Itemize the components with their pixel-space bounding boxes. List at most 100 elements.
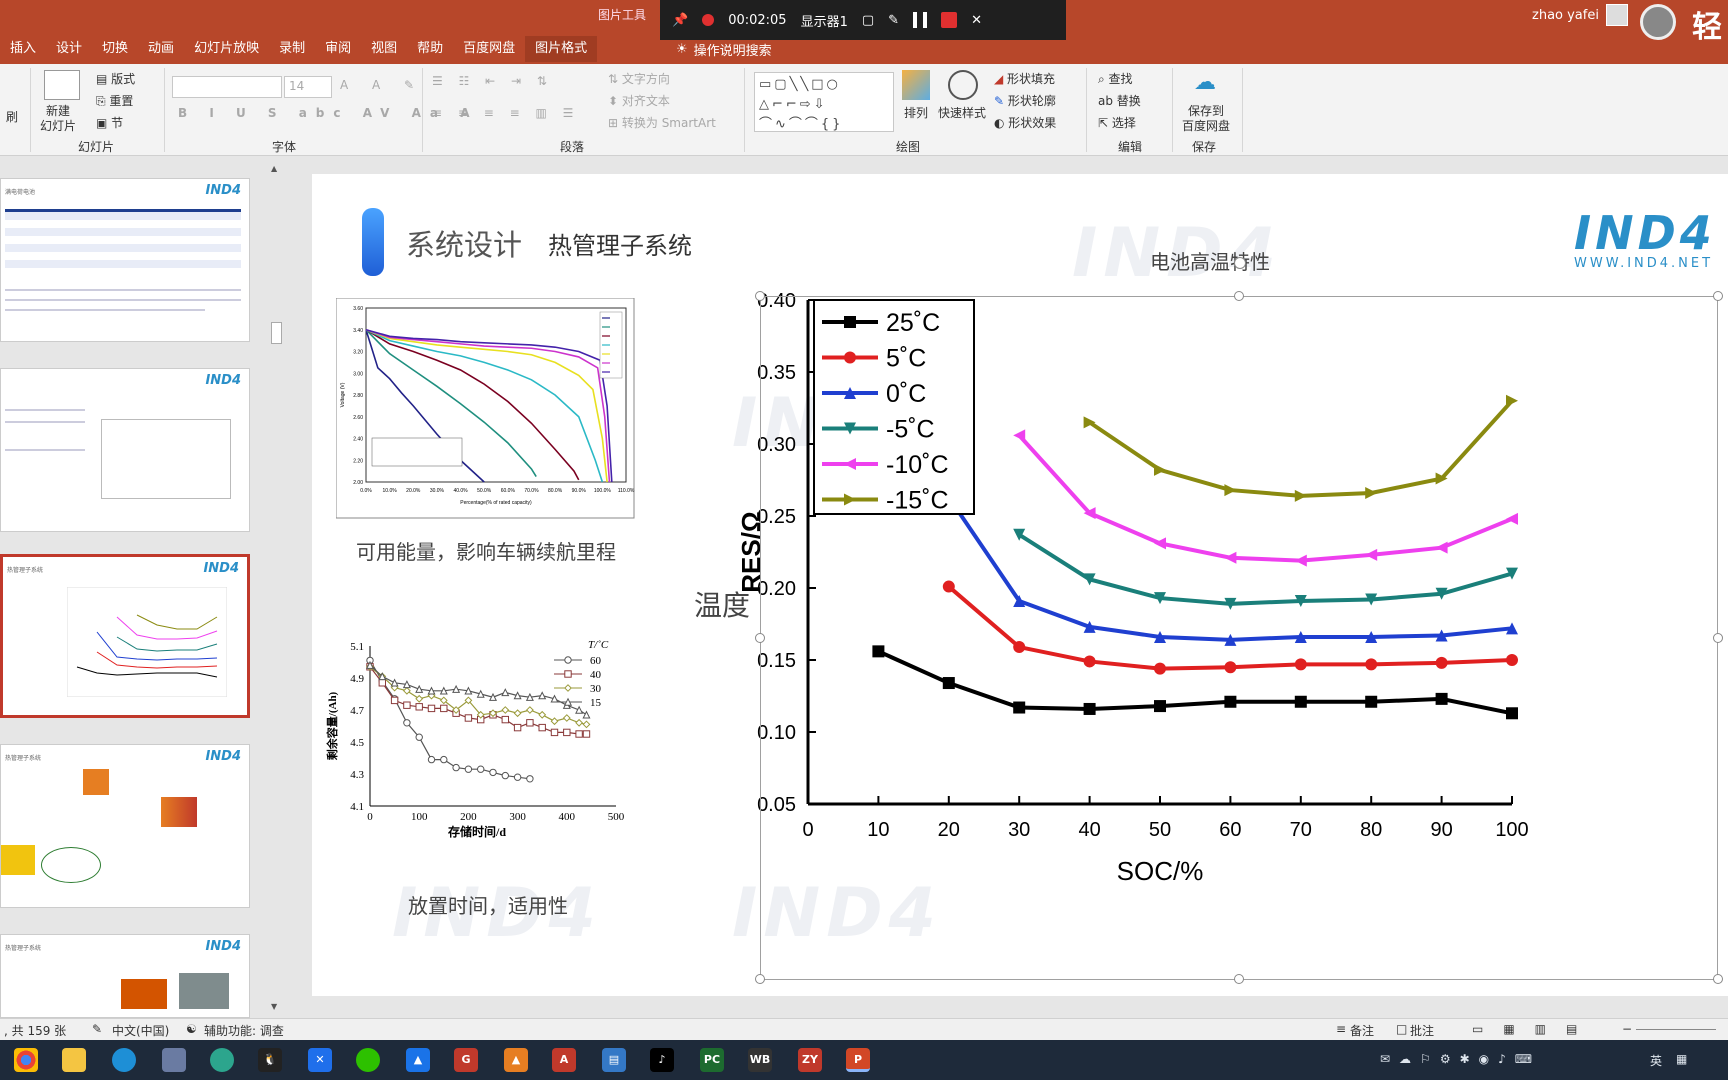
slide-subtitle[interactable]: 热管理子系统 [548,226,692,261]
language-status[interactable]: 中文(中国) [112,1022,169,1039]
scroll-down-icon[interactable]: ▼ [271,1002,277,1011]
acrobat-icon[interactable]: A [552,1048,576,1072]
y-tick-label: 4.9 [350,673,364,685]
slide-thumbnail[interactable]: IND4 [0,368,250,532]
smartart-button[interactable]: ⊞ 转换为 SmartArt [608,114,716,131]
rotate-handle-icon[interactable] [1234,257,1246,269]
find-button[interactable]: ⌕ 查找 [1098,70,1133,87]
powerpoint-icon[interactable]: P [846,1048,870,1072]
tiktok-icon[interactable]: ♪ [650,1048,674,1072]
resize-handle[interactable] [1234,974,1244,984]
tab-4[interactable]: 幻灯片放映 [184,36,269,62]
calculator-icon[interactable] [162,1048,186,1072]
energy-caption[interactable]: 可用能量，影响车辆续航里程 [356,536,616,565]
accessibility-status[interactable]: 辅助功能: 调查 [204,1022,284,1039]
tray-grid-icon[interactable]: ▦ [1676,1052,1687,1066]
tab-5[interactable]: 录制 [269,36,315,62]
replace-button[interactable]: ab 替换 [1098,92,1141,109]
font-name-input[interactable] [172,76,282,98]
close-icon[interactable]: ✕ [971,13,982,28]
whiteboard-icon[interactable]: WB [748,1048,772,1072]
align-text-button[interactable]: ⬍ 对齐文本 [608,92,670,109]
layout-button[interactable]: ▤ 版式 [96,70,135,87]
qq-icon[interactable]: 🐧 [258,1048,282,1072]
tab-7[interactable]: 视图 [361,36,407,62]
select-button[interactable]: ⇱ 选择 [1098,114,1136,131]
tab-6[interactable]: 审阅 [315,36,361,62]
photos-icon[interactable]: ▲ [406,1048,430,1072]
display-select[interactable]: 显示器1 [801,11,848,30]
edge-icon[interactable] [112,1048,136,1072]
reset-button[interactable]: ⎘ 重置 [96,92,133,109]
list-buttons[interactable]: ☰ ☷ ⇤ ⇥ ⇅ [432,74,553,88]
zy-icon[interactable]: ZY [798,1048,822,1072]
file-explorer-icon[interactable] [62,1048,86,1072]
app-circle-icon[interactable] [210,1048,234,1072]
shape-effects-button[interactable]: ◐ 形状效果 [994,114,1056,131]
user-name[interactable]: zhao yafei [1532,8,1599,23]
align-buttons[interactable]: ≡ ≡ ≡ ≡ ▥ ☰ [432,106,579,120]
section-button[interactable]: ▣ 节 [96,114,123,131]
tab-9[interactable]: 百度网盘 [453,36,525,62]
pin-icon[interactable]: 📌 [672,13,688,28]
new-slide-button[interactable]: 新建 幻灯片 [40,104,76,134]
tab-3[interactable]: 动画 [138,36,184,62]
spellcheck-icon[interactable]: ✎ [92,1022,102,1036]
company-url: WWW.IND4.NET [1574,256,1714,271]
scroll-up-icon[interactable]: ▲ [271,164,277,173]
shapes-gallery[interactable]: ▭▢╲╲□○ △⌐⌐⇨⇩ ⌒∿⌒⌒{} [754,72,894,132]
resize-handle[interactable] [755,633,765,643]
slide-thumbnail[interactable]: 热管理子系统 IND4 [0,934,250,1018]
font-grow-shrink-icons[interactable]: A A ✎ [340,78,424,92]
pen-icon[interactable]: ✎ [888,13,899,28]
scroll-thumb[interactable] [271,322,282,344]
slide-thumbnail-current[interactable]: 热管理子系统 IND4 [0,554,250,718]
avatar[interactable] [1606,4,1628,26]
image-selection-frame[interactable] [755,257,1723,984]
zoom-out-icon[interactable]: − [1622,1022,1632,1036]
notes-button[interactable]: 备注 [1350,1022,1374,1039]
shape-outline-button[interactable]: ✎ 形状轮廓 [994,92,1056,109]
tell-me-search[interactable]: ☀ 操作说明搜索 [676,40,772,59]
resize-handle[interactable] [1234,291,1244,301]
comments-button[interactable]: 批注 [1410,1022,1434,1039]
storage-caption[interactable]: 放置时间，适用性 [408,890,568,919]
stop-button[interactable] [941,12,958,28]
tab-8[interactable]: 帮助 [407,36,453,62]
chrome-icon[interactable] [14,1048,38,1072]
storage-capacity-chart[interactable]: 0 100 200 300 400 500 4.1 4.3 4.5 4.7 4.9 5.1 存储时间/d… [326,634,632,854]
system-tray-icons[interactable]: ✉☁⚐⚙✱◉♪⌨ [1380,1052,1541,1066]
view-buttons[interactable]: ▭▦▥▤ [1472,1022,1597,1036]
font-size-input[interactable]: 14 [284,76,332,98]
input-language[interactable]: 英 [1650,1052,1662,1069]
new-slide-icon[interactable] [44,70,80,100]
thumbnail-scrollbar[interactable]: ▲ ▼ [268,160,284,1016]
resize-handle[interactable] [1713,974,1723,984]
text-direction-button[interactable]: ⇅ 文字方向 [608,70,670,87]
tab-2[interactable]: 切换 [92,36,138,62]
resize-handle[interactable] [755,974,765,984]
resize-handle[interactable] [1713,633,1723,643]
crop-icon[interactable]: ▢ [862,13,874,28]
discharge-curve-chart[interactable]: 0.0% 10.0% 20.0% 30.0% 40.0% 50.0% 60.0% 70.0% 8… [336,298,636,520]
arrange-button[interactable]: 排列 [904,104,928,121]
pause-button[interactable] [913,12,928,28]
save-baidu-button[interactable]: 保存到 百度网盘 [1182,104,1230,134]
slide-thumbnail[interactable]: 满电荷电池 IND4 [0,178,250,342]
remote-icon[interactable]: ✕ [308,1048,332,1072]
slide-thumbnail[interactable]: 热管理子系统 IND4 [0,744,250,908]
matlab-icon[interactable]: ▲ [504,1048,528,1072]
quick-styles-button[interactable]: 快速样式 [938,104,986,121]
tab-1[interactable]: 设计 [46,36,92,62]
shape-fill-button[interactable]: ◢ 形状填充 [994,70,1055,87]
resize-handle[interactable] [1713,291,1723,301]
git-icon[interactable]: G [454,1048,478,1072]
notepad-icon[interactable]: ▤ [602,1048,626,1072]
tab-0[interactable]: 插入 [0,36,46,62]
zoom-slider[interactable] [1636,1029,1716,1030]
pycharm-icon[interactable]: PC [700,1048,724,1072]
slide-title[interactable]: 系统设计 [406,222,522,264]
wechat-icon[interactable] [356,1048,380,1072]
resize-handle[interactable] [755,291,765,301]
tab-10[interactable]: 图片格式 [525,36,598,62]
